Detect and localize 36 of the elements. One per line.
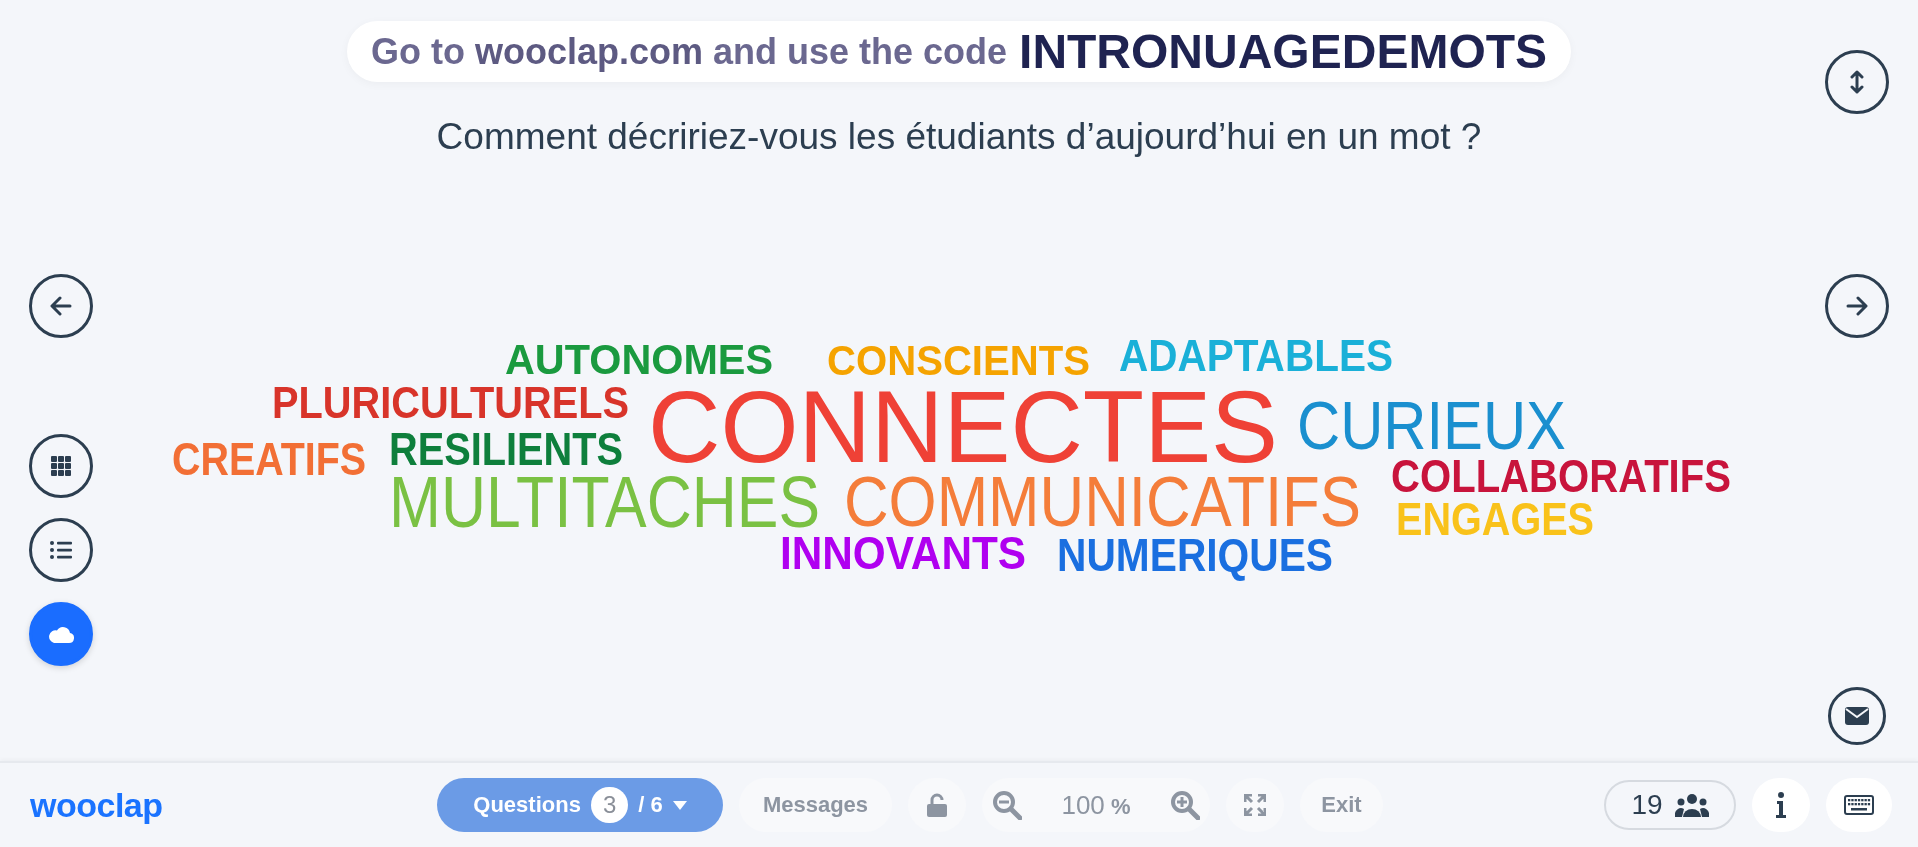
question-total: / 6 (638, 792, 663, 818)
vertical-arrows-icon (1850, 69, 1864, 95)
grid-view-button[interactable] (29, 434, 93, 498)
wooclap-logo[interactable]: wooclap (30, 785, 437, 825)
arrow-left-icon (50, 296, 72, 316)
cloud-view-button[interactable] (29, 602, 93, 666)
cloud-word: CREATIFS (172, 436, 366, 482)
cloud-icon (48, 625, 74, 643)
expand-icon (1244, 794, 1266, 816)
cloud-word: ADAPTABLES (1119, 334, 1393, 378)
info-icon (1776, 792, 1786, 818)
people-icon (1674, 793, 1709, 817)
questions-label: Questions (473, 792, 581, 818)
next-button[interactable] (1825, 274, 1889, 338)
question-number: 3 (590, 787, 629, 823)
participant-number: 19 (1631, 789, 1663, 821)
question-text: Comment décririez-vous les étudiants d’aujourd’hui en un mot ? (436, 116, 1482, 158)
percent-sign: % (1110, 793, 1131, 819)
arrow-right-icon (1846, 296, 1868, 316)
list-icon (50, 541, 72, 559)
join-code: INTRONUAGEDEMOTS (1019, 24, 1548, 79)
resize-button[interactable] (1825, 50, 1889, 114)
list-view-button[interactable] (29, 518, 93, 582)
padlock-icon (927, 793, 947, 817)
cloud-word: PLURICULTURELS (272, 381, 629, 425)
cloud-word: AUTONOMES (505, 338, 773, 381)
cloud-word: ENGAGES (1396, 496, 1594, 542)
cloud-word: CONSCIENTS (827, 339, 1090, 382)
join-instructions: Go to wooclap.com and use the code (370, 30, 1008, 73)
mail-button[interactable] (1828, 687, 1886, 745)
back-button[interactable] (29, 274, 93, 338)
keyboard-icon (1844, 795, 1874, 815)
zoom-value: 100 (1061, 789, 1105, 820)
grid-icon (51, 456, 71, 476)
caret-down-icon (672, 800, 687, 810)
envelope-icon (1845, 707, 1869, 725)
